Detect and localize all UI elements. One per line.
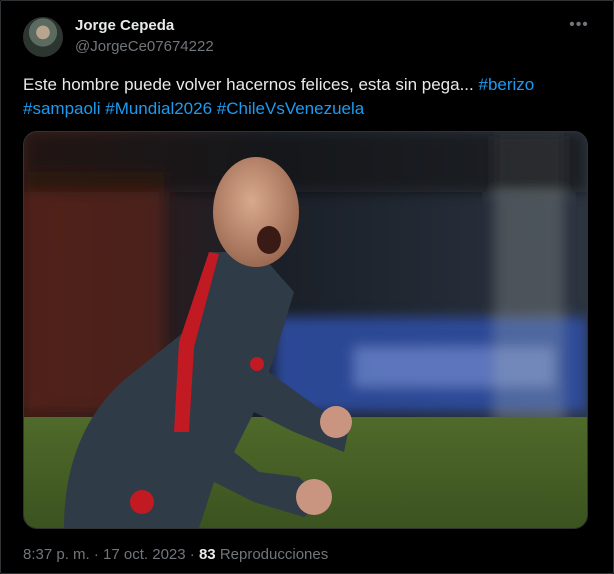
tweet-photo[interactable] bbox=[23, 131, 588, 529]
author-name[interactable]: Jorge Cepeda bbox=[75, 17, 174, 34]
more-dots-icon[interactable]: ••• bbox=[569, 15, 589, 35]
meta-separator: · bbox=[189, 546, 195, 563]
tweet-text: Este hombre puede volver hacernos felice… bbox=[23, 73, 588, 121]
hashtag-berizo[interactable]: #berizo bbox=[478, 75, 534, 94]
tweet-card: Jorge Cepeda @JorgeCe07674222 ••• Este h… bbox=[0, 0, 614, 574]
tweet-time[interactable]: 8:37 p. m. bbox=[23, 546, 90, 563]
tweet-body: Este hombre puede volver hacernos felice… bbox=[23, 75, 479, 94]
hashtag-chilevsvenezuela[interactable]: #ChileVsVenezuela bbox=[217, 99, 364, 118]
meta-separator: · bbox=[93, 546, 99, 563]
avatar[interactable] bbox=[23, 17, 63, 57]
photo-illustration bbox=[24, 132, 587, 528]
tweet-date[interactable]: 17 oct. 2023 bbox=[103, 546, 186, 563]
hashtag-sampaoli[interactable]: #sampaoli bbox=[23, 99, 101, 118]
hashtag-mundial2026[interactable]: #Mundial2026 bbox=[105, 99, 212, 118]
author-handle[interactable]: @JorgeCe07674222 bbox=[75, 38, 214, 55]
views-count: 83 bbox=[198, 546, 216, 563]
views-label: Reproducciones bbox=[219, 546, 329, 563]
tweet-meta: 8:37 p. m. · 17 oct. 2023 · 83 Reproducc… bbox=[23, 546, 328, 563]
